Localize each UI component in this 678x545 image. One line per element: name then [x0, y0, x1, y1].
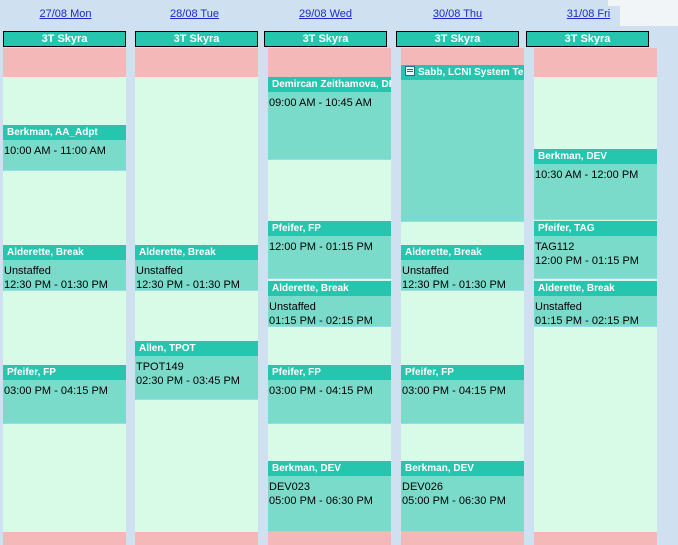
unavailable-block — [534, 532, 657, 545]
appointment-block[interactable]: Alderette, Break Unstaffed 12:30 PM - 01… — [3, 245, 126, 291]
appointment-title: Pfeifer, FP — [268, 221, 391, 236]
appointment-block[interactable]: Allen, TPOT TPOT149 02:30 PM - 03:45 PM — [135, 341, 258, 400]
appointment-time: 12:00 PM - 01:15 PM — [535, 255, 639, 267]
appointment-title: Pfeifer, FP — [268, 365, 391, 380]
appointment-block[interactable]: Berkman, DEV DEV023 05:00 PM - 06:30 PM — [268, 461, 391, 532]
appointment-title: Sabb, LCNI System Test — [401, 65, 524, 80]
day-body[interactable] — [135, 48, 258, 545]
day-column-fri: 3T Skyra Berkman, DEV 10:30 AM - 12:00 P… — [526, 0, 657, 545]
appointment-block[interactable]: Pfeifer, TAG TAG112 12:00 PM - 01:15 PM — [534, 221, 657, 279]
day-column-wed: 3T Skyra Demircan Zeithamova, DICA 09:00… — [264, 0, 391, 545]
appointment-time: 03:00 PM - 04:15 PM — [402, 385, 506, 397]
unavailable-block — [3, 48, 126, 77]
unavailable-block — [268, 48, 391, 77]
appointment-block[interactable]: Berkman, DEV DEV026 05:00 PM - 06:30 PM — [401, 461, 524, 532]
appointment-title: Berkman, DEV — [401, 461, 524, 476]
appointment-detail: Unstaffed — [402, 265, 449, 277]
note-icon — [405, 66, 415, 76]
appointment-time: 12:30 PM - 01:30 PM — [402, 279, 506, 291]
appointment-detail: Unstaffed — [4, 265, 51, 277]
appointment-time: 05:00 PM - 06:30 PM — [402, 495, 506, 507]
appointment-title: Alderette, Break — [401, 245, 524, 260]
appointment-time: 05:00 PM - 06:30 PM — [269, 495, 373, 507]
appointment-detail: DEV023 — [269, 481, 310, 493]
appointment-title: Demircan Zeithamova, DICA — [268, 77, 391, 92]
appointment-time: 03:00 PM - 04:15 PM — [269, 385, 373, 397]
appointment-block[interactable]: Alderette, Break Unstaffed 01:15 PM - 02… — [534, 281, 657, 327]
appointment-time: 10:30 AM - 12:00 PM — [535, 169, 639, 181]
resource-header[interactable]: 3T Skyra — [3, 31, 126, 47]
appointment-time: 12:30 PM - 01:30 PM — [136, 279, 240, 291]
appointment-title: Alderette, Break — [135, 245, 258, 260]
unavailable-block — [135, 48, 258, 77]
appointment-detail: TPOT149 — [136, 361, 184, 373]
appointment-title: Berkman, AA_Adpt — [3, 125, 126, 140]
appointment-title: Pfeifer, FP — [401, 365, 524, 380]
resource-header[interactable]: 3T Skyra — [135, 31, 258, 47]
appointment-time: 01:15 PM - 02:15 PM — [269, 315, 373, 327]
appointment-block[interactable]: Berkman, DEV 10:30 AM - 12:00 PM — [534, 149, 657, 220]
appointment-detail: TAG112 — [535, 241, 575, 253]
resource-header[interactable]: 3T Skyra — [526, 31, 649, 47]
resource-header[interactable]: 3T Skyra — [264, 31, 387, 47]
appointment-detail: DEV026 — [402, 481, 443, 493]
appointment-time: 02:30 PM - 03:45 PM — [136, 375, 240, 387]
resource-header[interactable]: 3T Skyra — [396, 31, 519, 47]
appointment-block[interactable]: Demircan Zeithamova, DICA 09:00 AM - 10:… — [268, 77, 391, 160]
day-column-thu: 3T Skyra Sabb, LCNI System Test Alderett… — [396, 0, 524, 545]
unavailable-block — [268, 532, 391, 545]
appointment-detail: Unstaffed — [535, 301, 582, 313]
appointment-block[interactable]: Pfeifer, FP 12:00 PM - 01:15 PM — [268, 221, 391, 279]
appointment-time: 10:00 AM - 11:00 AM — [4, 145, 106, 157]
appointment-detail: Unstaffed — [269, 301, 316, 313]
appointment-title: Alderette, Break — [3, 245, 126, 260]
appointment-title: Alderette, Break — [534, 281, 657, 296]
appointment-time: 03:00 PM - 04:15 PM — [4, 385, 108, 397]
appointment-time: 01:15 PM - 02:15 PM — [535, 315, 639, 327]
appointment-block[interactable]: Pfeifer, FP 03:00 PM - 04:15 PM — [3, 365, 126, 424]
appointment-title: Allen, TPOT — [135, 341, 258, 356]
appointment-time: 12:30 PM - 01:30 PM — [4, 279, 108, 291]
appointment-block[interactable]: Pfeifer, FP 03:00 PM - 04:15 PM — [268, 365, 391, 424]
appointment-title: Alderette, Break — [268, 281, 391, 296]
appointment-block[interactable]: Berkman, AA_Adpt 10:00 AM - 11:00 AM — [3, 125, 126, 171]
appointment-title: Pfeifer, FP — [3, 365, 126, 380]
appointment-title: Berkman, DEV — [268, 461, 391, 476]
appointment-block[interactable]: Pfeifer, FP 03:00 PM - 04:15 PM — [401, 365, 524, 424]
appointment-title-text: Sabb, LCNI System Test — [418, 67, 524, 78]
appointment-detail: Unstaffed — [136, 265, 183, 277]
day-column-mon: 3T Skyra Berkman, AA_Adpt 10:00 AM - 11:… — [3, 0, 126, 545]
unavailable-block — [135, 532, 258, 545]
appointment-title: Berkman, DEV — [534, 149, 657, 164]
appointment-time: 12:00 PM - 01:15 PM — [269, 241, 373, 253]
unavailable-block — [401, 532, 524, 545]
appointment-block[interactable]: Sabb, LCNI System Test — [401, 65, 524, 222]
day-body[interactable] — [3, 48, 126, 545]
unavailable-block — [3, 532, 126, 545]
appointment-title: Pfeifer, TAG — [534, 221, 657, 236]
appointment-block[interactable]: Alderette, Break Unstaffed 12:30 PM - 01… — [401, 245, 524, 291]
day-column-tue: 3T Skyra Alderette, Break Unstaffed 12:3… — [135, 0, 258, 545]
appointment-block[interactable]: Alderette, Break Unstaffed 01:15 PM - 02… — [268, 281, 391, 327]
appointment-time: 09:00 AM - 10:45 AM — [269, 97, 372, 109]
appointment-block[interactable]: Alderette, Break Unstaffed 12:30 PM - 01… — [135, 245, 258, 291]
unavailable-block — [534, 48, 657, 77]
